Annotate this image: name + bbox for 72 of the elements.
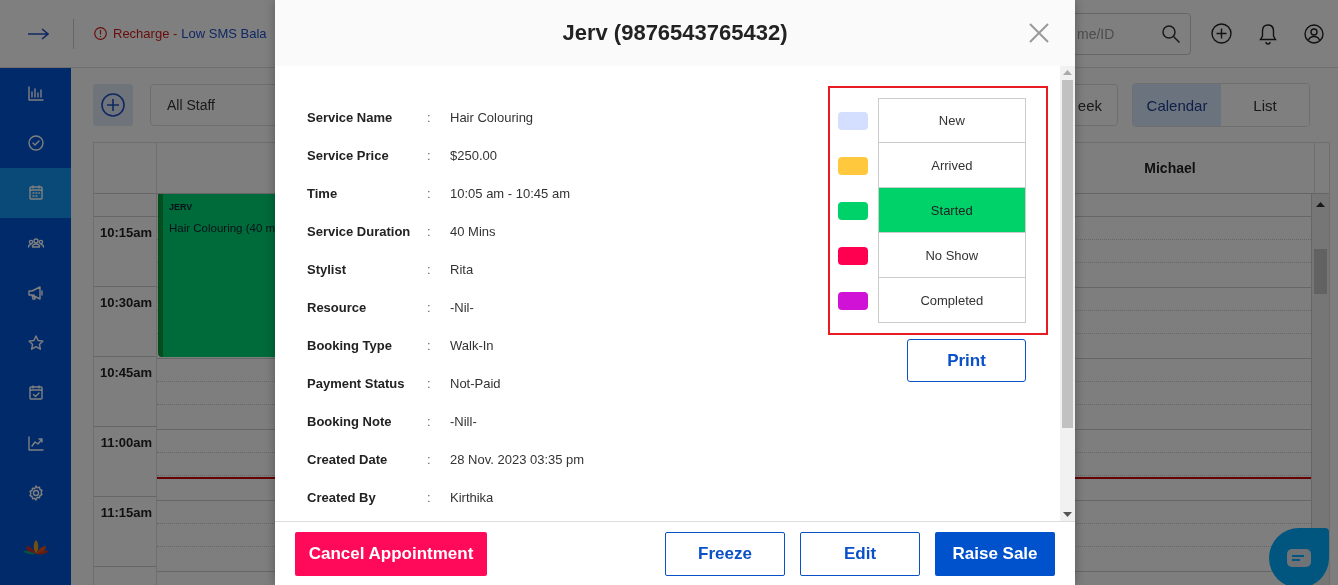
scroll-thumb[interactable] — [1062, 80, 1073, 428]
colon: : — [427, 413, 432, 429]
detail-label: Stylist — [307, 261, 347, 277]
alert-link[interactable]: Low SMS Bala — [181, 26, 267, 41]
scroll-up-icon[interactable] — [1063, 70, 1072, 75]
status-option[interactable]: Completed — [877, 278, 1026, 323]
check-circle-icon — [25, 133, 46, 153]
detail-label: Payment Status — [307, 375, 406, 391]
status-option[interactable]: No Show — [877, 233, 1026, 278]
megaphone-icon — [25, 283, 46, 303]
star-icon — [25, 333, 46, 353]
detail-label: Service Price — [307, 147, 390, 163]
arrow-icon[interactable] — [28, 27, 49, 40]
user-icon[interactable] — [1304, 23, 1324, 44]
detail-value: -Nil- — [450, 299, 475, 315]
colon: : — [427, 109, 432, 125]
detail-value: Not-Paid — [450, 375, 502, 391]
raise-sale-button[interactable]: Raise Sale — [935, 531, 1055, 576]
plus-circle-icon — [101, 93, 125, 117]
detail-value: Hair Colouring — [450, 109, 535, 125]
colon: : — [427, 147, 432, 163]
time-label: 10:30am — [99, 295, 152, 310]
chart-icon — [25, 83, 46, 103]
colon: : — [427, 375, 432, 391]
detail-value: 28 Nov. 2023 03:35 pm — [450, 451, 585, 467]
time-label: 11:00am — [100, 435, 152, 450]
status-option[interactable]: Arrived — [877, 143, 1026, 188]
detail-value: 40 Mins — [450, 223, 497, 239]
search-icon — [1161, 23, 1181, 44]
detail-label: Created Date — [307, 451, 389, 467]
add-button[interactable] — [93, 84, 133, 126]
time-label: 11:15am — [100, 505, 152, 520]
sidebar-item[interactable] — [0, 168, 71, 218]
cancel-button[interactable]: Cancel Appointment — [295, 531, 487, 576]
detail-value: $250.00 — [450, 147, 498, 163]
scroll-down-icon[interactable] — [1063, 512, 1072, 517]
time-label: 10:45am — [99, 365, 152, 380]
detail-label: Service Name — [307, 109, 394, 125]
colon: : — [427, 261, 432, 277]
lotus-logo-icon — [21, 538, 50, 556]
colon: : — [427, 185, 432, 201]
detail-value: Kirthika — [450, 489, 495, 505]
info-icon — [94, 27, 107, 40]
colon: : — [427, 223, 432, 239]
action-button[interactable]: Edit — [800, 531, 920, 576]
detail-value: 10:05 am - 10:45 am — [450, 185, 571, 201]
colon: : — [427, 489, 432, 505]
modal-title: Jerv (9876543765432) — [562, 20, 788, 46]
service-label: Hair Colouring (40 m — [169, 222, 276, 234]
action-button[interactable]: Freeze — [665, 531, 785, 576]
detail-value: Rita — [450, 261, 475, 277]
detail-label: Created By — [307, 489, 377, 505]
chat-icon — [1287, 549, 1311, 567]
detail-label: Booking Note — [307, 413, 393, 429]
plus-circle-icon[interactable] — [1211, 23, 1232, 44]
colon: : — [427, 337, 432, 353]
colon: : — [427, 451, 432, 467]
close-icon[interactable] — [1029, 23, 1049, 43]
trend-icon — [25, 433, 46, 453]
scroll-up-icon[interactable] — [1316, 202, 1325, 207]
column-header: Michael — [1144, 160, 1196, 176]
time-label: 10:15am — [99, 225, 152, 240]
print-button[interactable]: Print — [907, 339, 1026, 382]
detail-value: -Nill- — [450, 413, 478, 429]
bell-icon[interactable] — [1258, 22, 1278, 45]
detail-value: Walk-In — [450, 337, 495, 353]
colon: : — [427, 299, 432, 315]
client-name: JERV — [169, 202, 193, 212]
status-option[interactable]: Started — [877, 188, 1026, 233]
alert-text: Recharge - — [113, 26, 178, 41]
status-option[interactable]: New — [877, 98, 1026, 143]
scrollbar[interactable] — [1060, 66, 1075, 521]
